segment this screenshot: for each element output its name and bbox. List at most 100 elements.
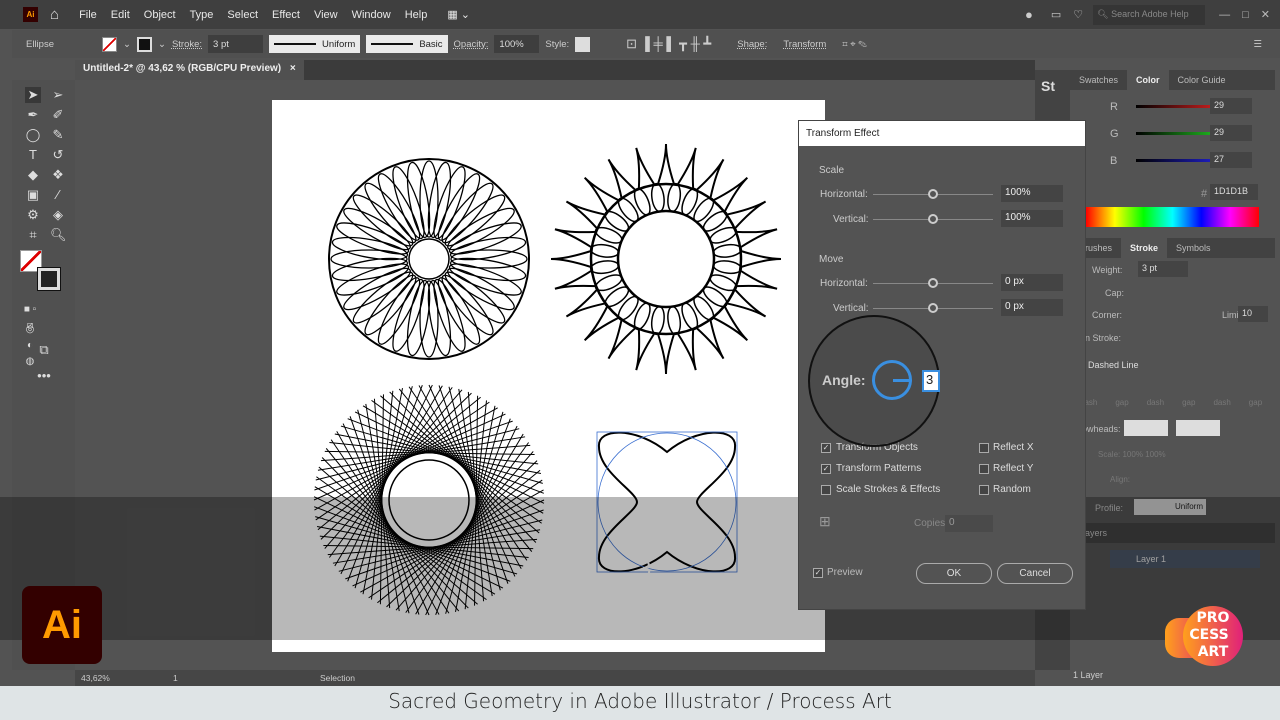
limit-field[interactable]: 10 (1238, 306, 1268, 322)
slider-knob[interactable] (928, 189, 938, 199)
menu-file[interactable]: File (79, 9, 97, 21)
workspace-switcher-icon[interactable]: ▦ ⌄ (447, 8, 470, 21)
slider-knob[interactable] (928, 214, 938, 224)
move-vertical-field[interactable]: 0 px (1001, 299, 1063, 316)
selection-tool-icon[interactable]: ➤ (25, 87, 41, 103)
sun-petal (594, 226, 623, 244)
panel-menu-icon[interactable]: ☰ (1253, 39, 1262, 50)
menu-window[interactable]: Window (352, 9, 391, 21)
menu-help[interactable]: Help (405, 9, 428, 21)
chevron-down-icon[interactable]: ⌄ (158, 39, 166, 50)
close-window-button[interactable]: ✕ (1261, 8, 1270, 21)
ellipse-tool-icon[interactable]: ◯ (25, 127, 41, 143)
transform-link[interactable]: Transform (783, 39, 826, 50)
direct-selection-tool-icon[interactable]: ➢ (50, 87, 66, 103)
lightbulb-icon[interactable]: ♡ (1073, 8, 1083, 21)
stroke-swatch[interactable] (136, 36, 152, 52)
tab-swatches[interactable]: Swatches (1070, 70, 1127, 90)
tab-stroke[interactable]: Stroke (1121, 238, 1168, 258)
scale-vertical-field[interactable]: 100% (1001, 210, 1063, 227)
zoom-level[interactable]: 43,62% (81, 673, 110, 683)
transform-objects-checkbox[interactable]: ✓ (821, 443, 831, 453)
scale-horizontal-field[interactable]: 100% (1001, 185, 1063, 202)
angle-dial[interactable] (872, 360, 912, 400)
opacity-label[interactable]: Opacity: (454, 39, 489, 50)
arrowhead-start-select[interactable] (1124, 420, 1168, 436)
scale-strokes-checkbox[interactable] (821, 485, 831, 495)
minimize-button[interactable]: — (1219, 9, 1230, 21)
slider-knob[interactable] (928, 303, 938, 313)
red-slider[interactable] (1136, 105, 1220, 108)
zoom-tool-icon[interactable]: 🔍︎ (50, 227, 67, 243)
stroke-weight-field[interactable]: 3 pt (208, 35, 264, 53)
variable-width-profile[interactable]: Uniform (269, 35, 361, 53)
opacity-field[interactable]: 100% (494, 35, 540, 53)
transform-patterns-checkbox[interactable]: ✓ (821, 464, 831, 474)
blue-slider[interactable] (1136, 159, 1220, 162)
paintbrush-tool-icon[interactable]: ✎ (50, 127, 66, 143)
curvature-tool-icon[interactable]: ✐ (50, 107, 66, 123)
hex-value[interactable]: 1D1D1B (1210, 184, 1258, 200)
weight-field[interactable]: 3 pt (1138, 261, 1188, 277)
brush-definition[interactable]: Basic (366, 35, 448, 53)
reference-point-icon[interactable]: ⊞ (819, 513, 831, 530)
ok-button[interactable]: OK (916, 563, 992, 584)
more-tools-icon[interactable]: ••• (36, 368, 52, 384)
arrowhead-end-select[interactable] (1176, 420, 1220, 436)
green-slider[interactable] (1136, 132, 1220, 135)
isolate-icon[interactable]: ⌗ ⌖ ✎ (842, 39, 867, 50)
cancel-button[interactable]: Cancel (997, 563, 1073, 584)
account-icon[interactable]: ● (1025, 7, 1033, 22)
color-mode-icons[interactable]: ■ ▫ ⧄ (22, 302, 38, 331)
random-checkbox[interactable] (979, 485, 989, 495)
eyedropper-tool-icon[interactable]: ⁄ (50, 187, 66, 203)
gradient-tool-icon[interactable]: ▣ (25, 187, 41, 203)
preview-checkbox[interactable]: ✓ (813, 568, 823, 578)
green-value[interactable]: 29 (1210, 125, 1252, 141)
style-swatch[interactable] (575, 36, 591, 52)
rotate-tool-icon[interactable]: ↺ (50, 147, 66, 163)
stroke-label[interactable]: Stroke: (172, 39, 202, 50)
tab-color-guide[interactable]: Color Guide (1169, 70, 1235, 90)
menu-edit[interactable]: Edit (111, 9, 130, 21)
chevron-down-icon[interactable]: ⌄ (123, 39, 131, 50)
symbol-sprayer-icon[interactable]: ◈ (50, 207, 66, 223)
menu-select[interactable]: Select (227, 9, 258, 21)
slider-knob[interactable] (928, 278, 938, 288)
warp-tool-icon[interactable]: ❖ (50, 167, 66, 183)
stroke-color-box[interactable] (37, 267, 61, 291)
shape-builder-tool-icon[interactable]: ⚙ (25, 207, 41, 223)
copies-field[interactable]: 0 (945, 515, 993, 532)
close-tab-icon[interactable]: × (290, 63, 296, 74)
scale-vertical-label: Vertical: (833, 214, 869, 225)
pen-tool-icon[interactable]: ✒ (25, 107, 41, 123)
maximize-button[interactable]: □ (1242, 9, 1249, 21)
menu-object[interactable]: Object (144, 9, 176, 21)
screen-mode-icon[interactable]: ⧉ (36, 342, 52, 358)
angle-field[interactable]: 3 (922, 370, 940, 392)
search-help-input[interactable]: 🔍︎ Search Adobe Help (1093, 4, 1206, 25)
red-value[interactable]: 29 (1210, 98, 1252, 114)
stock-icon[interactable]: St (1041, 78, 1064, 94)
menu-view[interactable]: View (314, 9, 338, 21)
tab-symbols[interactable]: Symbols (1167, 238, 1220, 258)
menu-effect[interactable]: Effect (272, 9, 300, 21)
shape-label[interactable]: Shape: (737, 39, 767, 50)
fill-swatch[interactable] (102, 36, 117, 52)
home-icon[interactable]: ⌂ (50, 6, 59, 23)
color-spectrum[interactable] (1086, 207, 1259, 227)
reflect-y-checkbox[interactable] (979, 464, 989, 474)
artboard-number[interactable]: 1 (173, 673, 178, 683)
menu-type[interactable]: Type (190, 9, 214, 21)
align-icons[interactable]: ⊡ ▐ ╪ ▌ ┳ ╫ ┻ (626, 36, 711, 52)
blue-value[interactable]: 27 (1210, 152, 1252, 168)
type-tool-icon[interactable]: T (25, 147, 41, 163)
eraser-tool-icon[interactable]: ◆ (25, 167, 41, 183)
document-tab[interactable]: Untitled-2* @ 43,62 % (RGB/CPU Preview) … (75, 60, 304, 80)
draw-mode-icons[interactable]: ◎ ◐ ◍ (22, 322, 38, 367)
reflect-x-checkbox[interactable] (979, 443, 989, 453)
panel-icon[interactable]: ▭ (1051, 8, 1061, 21)
tab-color[interactable]: Color (1127, 70, 1169, 90)
artboard-tool-icon[interactable]: ⌗ (25, 227, 41, 243)
move-horizontal-field[interactable]: 0 px (1001, 274, 1063, 291)
